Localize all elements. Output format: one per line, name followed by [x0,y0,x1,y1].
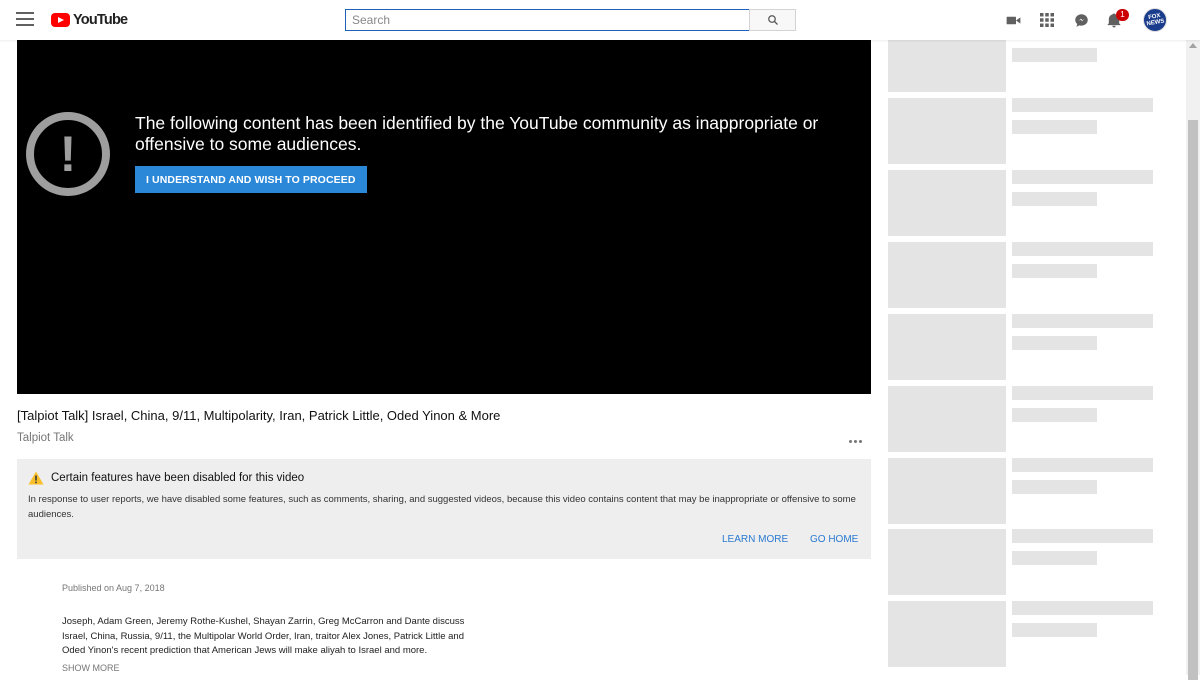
channel-name-link[interactable]: Talpiot Talk [17,432,74,444]
placeholder-line [1012,192,1097,206]
more-actions-icon[interactable] [849,436,865,446]
placeholder-item [888,242,1158,308]
warning-triangle-icon [28,471,44,485]
placeholder-line [1012,480,1097,494]
publish-date: Published on Aug 7, 2018 [62,583,165,593]
learn-more-link[interactable]: LEARN MORE [722,534,788,545]
alert-exclamation-icon: ! [26,112,110,196]
placeholder-line [1012,408,1097,422]
search-icon [767,15,778,25]
video-player[interactable]: ! The following content has been identif… [17,40,871,394]
proceed-button[interactable]: I UNDERSTAND AND WISH TO PROCEED [135,166,367,193]
placeholder-line [1012,336,1097,350]
youtube-logo[interactable]: YouTube [51,11,128,29]
placeholder-item [888,458,1158,524]
placeholder-line [1012,529,1153,543]
masthead: YouTube 1 FOX NEWS [0,0,1200,40]
hamburger-menu-icon[interactable] [16,12,34,26]
placeholder-line [1012,120,1097,134]
placeholder-thumbnail [888,314,1006,380]
youtube-play-icon [51,13,70,27]
search-button[interactable] [749,9,796,31]
scrollbar-thumb[interactable] [1188,120,1198,680]
show-more-button[interactable]: SHOW MORE [62,663,120,673]
placeholder-line [1012,48,1097,62]
placeholder-thumbnail [888,529,1006,595]
placeholder-line [1012,551,1097,565]
video-description: Joseph, Adam Green, Jeremy Rothe-Kushel,… [62,616,465,656]
go-home-link[interactable]: GO HOME [810,534,858,545]
placeholder-thumbnail [888,242,1006,308]
placeholder-line [1012,170,1153,184]
placeholder-thumbnail [888,98,1006,164]
placeholder-item [888,314,1158,380]
search-input[interactable] [345,9,750,31]
placeholder-item [888,170,1158,236]
placeholder-line [1012,242,1153,256]
scroll-up-arrow-icon[interactable] [1189,43,1197,48]
content-warning-message: The following content has been identifie… [135,113,819,154]
placeholder-thumbnail [888,386,1006,452]
placeholder-line [1012,386,1153,400]
apps-grid-icon[interactable] [1038,11,1056,29]
placeholder-item [888,98,1158,164]
notification-count-badge: 1 [1116,9,1129,21]
features-disabled-notice: Certain features have been disabled for … [17,459,871,559]
placeholder-thumbnail [888,601,1006,667]
placeholder-line [1012,601,1153,615]
placeholder-line [1012,98,1153,112]
page-scrollbar[interactable] [1186,40,1200,680]
logo-text: YouTube [73,12,128,28]
placeholder-line [1012,623,1097,637]
placeholder-thumbnail [888,458,1006,524]
notice-title: Certain features have been disabled for … [51,472,305,484]
notice-body: In response to user reports, we have dis… [28,494,856,520]
placeholder-line [1012,314,1153,328]
placeholder-line [1012,264,1097,278]
messages-icon[interactable] [1072,11,1090,29]
placeholder-thumbnail [888,170,1006,236]
placeholder-line [1012,458,1153,472]
placeholder-item [888,529,1158,595]
placeholder-item [888,601,1158,667]
video-title: [Talpiot Talk] Israel, China, 9/11, Mult… [17,408,501,423]
avatar-logo-text: FOX NEWS [1146,13,1165,28]
placeholder-item [888,386,1158,452]
create-video-icon[interactable] [1004,11,1022,29]
account-avatar[interactable]: FOX NEWS [1143,8,1167,32]
